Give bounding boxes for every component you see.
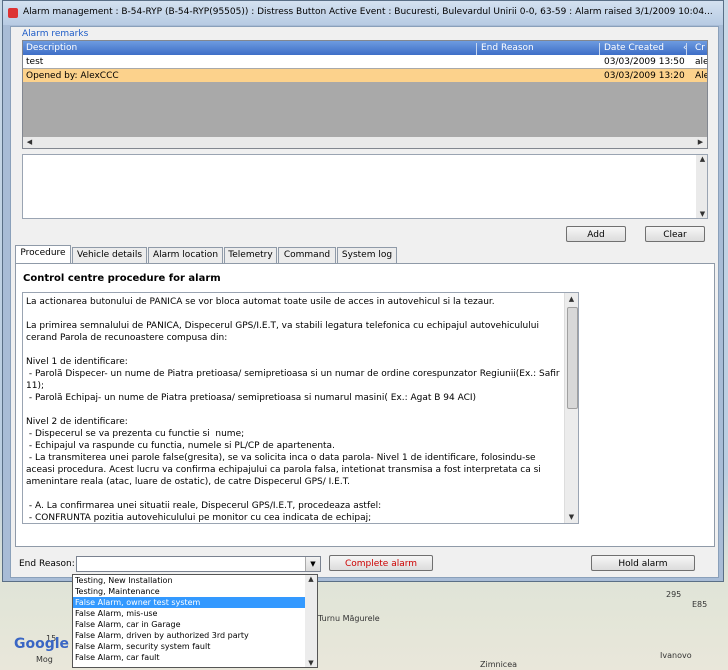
map-label-295: 295 (666, 590, 682, 599)
table-row[interactable]: test 03/03/2009 13:50 ale (23, 55, 708, 68)
col-date-created[interactable]: Date Created (604, 43, 687, 55)
scroll-down-icon[interactable]: ▼ (565, 513, 578, 521)
col-end-reason[interactable]: End Reason (481, 43, 600, 55)
map-label-zimnicea: Zimnicea (480, 660, 518, 669)
tab-procedure[interactable]: Procedure (15, 245, 71, 263)
scroll-up-icon[interactable]: ▲ (305, 575, 317, 583)
end-reason-select[interactable]: ▼ (76, 556, 321, 572)
list-item[interactable]: False Alarm, security system fault (73, 641, 307, 652)
row-creator: ale (695, 57, 708, 67)
google-logo: Google (14, 636, 70, 652)
add-button[interactable]: Add (566, 226, 626, 242)
scroll-up-icon[interactable]: ▲ (696, 155, 709, 163)
map-label-mog: Mog (36, 655, 53, 664)
scroll-right-icon[interactable]: ▶ (694, 138, 707, 146)
map-label-turnu: Turnu Măgurele (318, 614, 380, 623)
alarm-app-icon (8, 8, 18, 18)
list-item[interactable]: False Alarm, mis-use (73, 608, 307, 619)
end-reason-label: End Reason: (19, 559, 75, 569)
tab-telemetry[interactable]: Telemetry (224, 247, 277, 263)
scroll-left-icon[interactable]: ◀ (23, 138, 36, 146)
table-row[interactable]: Opened by: AlexCCC 03/03/2009 13:20 Ale (23, 69, 708, 82)
col-description[interactable]: Description (26, 43, 477, 55)
hold-alarm-button[interactable]: Hold alarm (591, 555, 695, 571)
list-item[interactable]: False Alarm, car in Garage (73, 619, 307, 630)
list-item[interactable]: False Alarm, driven by authorized 3rd pa… (73, 630, 307, 641)
map-label-ivanovo: Ivanovo (660, 651, 692, 660)
chevron-down-icon[interactable]: ▼ (305, 557, 320, 571)
scroll-down-icon[interactable]: ▼ (305, 659, 317, 667)
procedure-title: Control centre procedure for alarm (23, 273, 221, 284)
remark-text-input[interactable]: ▲ ▼ (22, 154, 708, 219)
procedure-text-box[interactable]: La actionarea butonului de PANICA se vor… (22, 292, 579, 524)
scroll-up-icon[interactable]: ▲ (565, 295, 578, 303)
list-item-selected[interactable]: False Alarm, owner test system (73, 597, 307, 608)
row-description: test (26, 57, 44, 67)
row-date: 03/03/2009 13:50 (604, 57, 685, 67)
clear-button[interactable]: Clear (645, 226, 705, 242)
list-item[interactable]: Testing, Maintenance (73, 586, 307, 597)
procedure-panel: Control centre procedure for alarm La ac… (15, 263, 715, 547)
procedure-scrollbar[interactable]: ▲ ▼ (564, 293, 578, 523)
col-creator[interactable]: Cr (695, 43, 705, 55)
tab-alarm-location[interactable]: Alarm location (148, 247, 223, 263)
map-label-e85: E85 (692, 600, 708, 609)
tab-command[interactable]: Command (278, 247, 336, 263)
end-reason-dropdown-list[interactable]: Testing, New Installation Testing, Maint… (72, 574, 318, 668)
dropdown-scrollbar[interactable]: ▲ ▼ (305, 575, 317, 667)
tab-vehicle-details[interactable]: Vehicle details (72, 247, 147, 263)
row-creator: Ale (695, 71, 708, 81)
sort-icon: ‹ (683, 43, 687, 53)
window-client-area: Alarm remarks Description End Reason Dat… (10, 26, 719, 578)
row-description: Opened by: AlexCCC (26, 71, 119, 81)
tab-system-log[interactable]: System log (337, 247, 397, 263)
alarm-management-window: Alarm management : B-54-RYP (B-54-RYP(95… (2, 0, 724, 582)
window-title: Alarm management : B-54-RYP (B-54-RYP(95… (23, 7, 713, 17)
row-date: 03/03/2009 13:20 (604, 71, 685, 81)
procedure-text: La actionarea butonului de PANICA se vor… (26, 297, 560, 523)
title-bar[interactable]: Alarm management : B-54-RYP (B-54-RYP(95… (3, 1, 723, 25)
alarm-remarks-label: Alarm remarks (22, 29, 89, 39)
grid-horizontal-scrollbar[interactable]: ◀ ▶ (23, 137, 707, 148)
scroll-down-icon[interactable]: ▼ (696, 210, 709, 218)
scroll-thumb[interactable] (567, 307, 578, 409)
grid-header: Description End Reason Date Created ‹ Cr (23, 41, 707, 55)
list-item[interactable]: False Alarm, car fault (73, 652, 307, 663)
remark-scrollbar[interactable]: ▲ ▼ (696, 155, 707, 218)
remarks-grid[interactable]: Description End Reason Date Created ‹ Cr… (22, 40, 708, 149)
list-item[interactable]: Testing, New Installation (73, 575, 307, 586)
complete-alarm-button[interactable]: Complete alarm (329, 555, 433, 571)
